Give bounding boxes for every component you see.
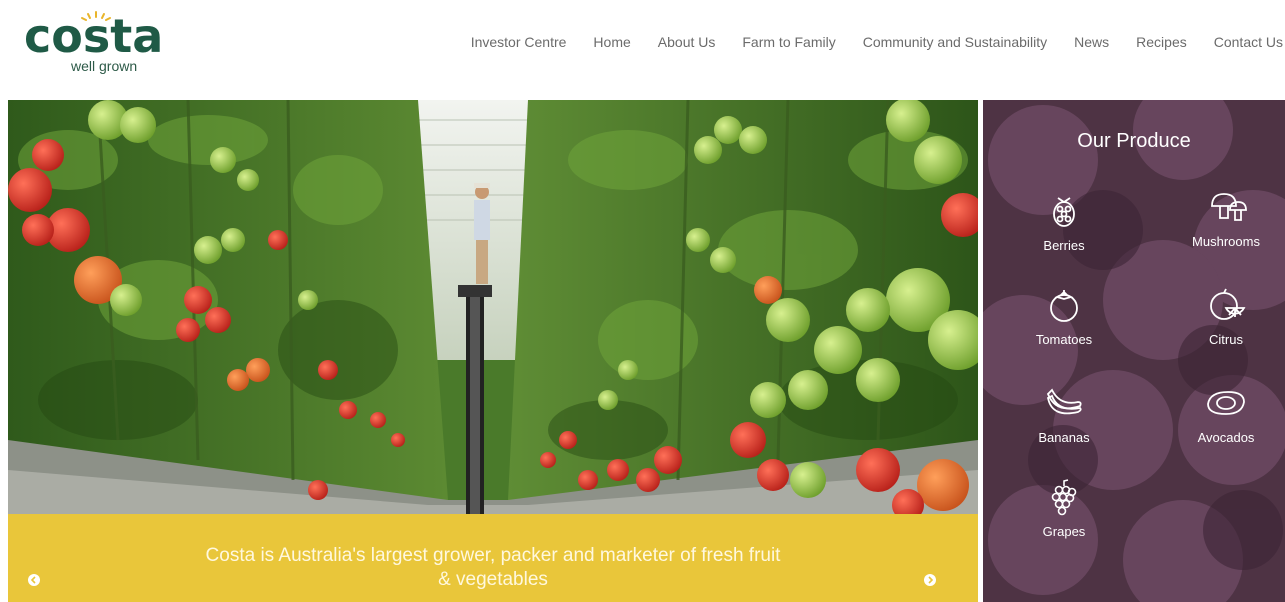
our-produce-panel: Our Produce Berries Mushrooms Tomatoes C…	[983, 100, 1285, 602]
nav-about-us[interactable]: About Us	[658, 34, 716, 50]
citrus-icon	[1210, 288, 1246, 320]
avocado-icon	[1207, 391, 1245, 415]
nav-news[interactable]: News	[1074, 34, 1109, 50]
hero-caption-line1: Costa is Australia's largest grower, pac…	[205, 545, 781, 566]
nav-investor-centre[interactable]: Investor Centre	[471, 34, 567, 50]
nav-farm-to-family[interactable]: Farm to Family	[742, 34, 835, 50]
main-nav: Investor Centre Home About Us Farm to Fa…	[444, 34, 1283, 50]
produce-label: Berries	[1043, 238, 1085, 253]
chevron-right-icon	[928, 576, 934, 584]
caption-banner: Costa is Australia's largest grower, pac…	[8, 514, 978, 602]
chevron-left-icon	[30, 576, 36, 584]
produce-label: Bananas	[1038, 430, 1090, 445]
costa-logo[interactable]: costa well grown	[24, 10, 174, 76]
banana-icon	[1046, 388, 1082, 415]
produce-avocados[interactable]: Avocados	[1166, 384, 1285, 445]
logo-tagline: well grown	[71, 58, 138, 74]
nav-recipes[interactable]: Recipes	[1136, 34, 1187, 50]
hero-caption: Costa is Australia's largest grower, pac…	[158, 544, 828, 592]
produce-label: Grapes	[1042, 524, 1086, 539]
nav-community-sustainability[interactable]: Community and Sustainability	[863, 34, 1047, 50]
greenhouse-photo	[8, 100, 978, 520]
nav-contact-us[interactable]: Contact Us	[1214, 34, 1283, 50]
produce-mushrooms[interactable]: Mushrooms	[1166, 188, 1285, 249]
produce-label: Mushrooms	[1192, 234, 1260, 249]
produce-berries[interactable]: Berries	[1004, 192, 1124, 253]
next-slide-button[interactable]	[924, 574, 936, 586]
tomato-icon	[1050, 290, 1078, 322]
nav-home[interactable]: Home	[593, 34, 630, 50]
hero-carousel[interactable]: Costa is Australia's largest grower, pac…	[8, 100, 978, 602]
produce-citrus[interactable]: Citrus	[1166, 286, 1285, 347]
produce-label: Citrus	[1209, 332, 1243, 347]
berries-icon	[1053, 197, 1075, 227]
hero-caption-line2: & vegetables	[438, 569, 548, 590]
produce-tomatoes[interactable]: Tomatoes	[1004, 286, 1124, 347]
produce-bananas[interactable]: Bananas	[1004, 384, 1124, 445]
logo-wordmark: costa	[24, 9, 164, 63]
site-header: costa well grown Investor Centre Home Ab…	[0, 0, 1285, 98]
prev-slide-button[interactable]	[28, 574, 40, 586]
produce-label: Tomatoes	[1035, 332, 1093, 347]
produce-label: Avocados	[1197, 430, 1255, 445]
mushroom-icon	[1211, 193, 1247, 221]
produce-title: Our Produce	[1077, 130, 1191, 152]
produce-grapes[interactable]: Grapes	[1004, 478, 1124, 539]
grapes-icon	[1051, 479, 1077, 516]
